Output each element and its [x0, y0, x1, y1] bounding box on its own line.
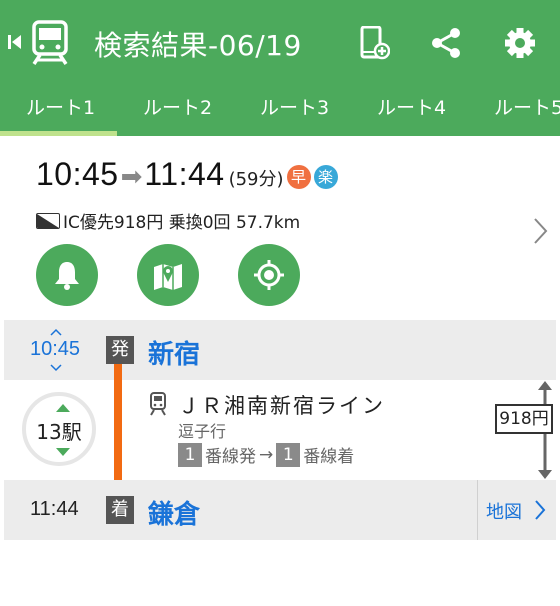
arrival-time-detail: 11:44: [30, 498, 79, 520]
expand-up-icon: [56, 404, 70, 412]
platform-arrow: →: [259, 444, 274, 465]
route-summary[interactable]: 10:45 ➡ 11:44 (59分) 早 楽 IC優先918円 乗換0回 57…: [0, 136, 560, 320]
arrival-badge: 着: [106, 496, 134, 524]
map-button[interactable]: 地図: [477, 480, 556, 540]
departure-platform-label: 番線発: [205, 447, 256, 467]
departure-time-link[interactable]: 10:45: [30, 338, 80, 361]
route-tabs: ルート1 ルート2 ルート3 ルート4 ルート5: [0, 88, 560, 136]
train-direction: 逗子行: [178, 422, 227, 441]
arrival-platform-label: 番線着: [303, 447, 355, 467]
departure-time: 10:45: [36, 156, 119, 192]
settings-gear-icon[interactable]: [504, 26, 536, 60]
tab-route-4[interactable]: ルート4: [351, 88, 468, 136]
page-title: 検索結果-06/19: [94, 29, 302, 62]
current-location-button[interactable]: [238, 244, 300, 306]
bell-icon: [55, 262, 79, 290]
chevron-right-icon[interactable]: [530, 216, 550, 246]
arrival-station[interactable]: 鎌倉: [148, 494, 200, 531]
train-logo-icon[interactable]: [30, 20, 70, 66]
map-label: 地図: [486, 502, 522, 523]
add-to-device-icon[interactable]: [358, 26, 390, 60]
departure-row[interactable]: 10:45 発 新宿: [4, 320, 556, 380]
tab-route-1[interactable]: ルート1: [0, 88, 117, 136]
line-name[interactable]: ＪＲ湘南新宿ライン: [178, 390, 385, 420]
chevron-right-icon: [535, 500, 546, 520]
departure-badge: 発: [106, 336, 134, 364]
stops-count-button[interactable]: 13駅: [22, 392, 96, 466]
arrival-platform-number: 1: [276, 442, 301, 467]
map-pin-icon: [154, 264, 182, 290]
stops-count: 13駅: [36, 420, 82, 444]
fare-box: 918円: [495, 404, 553, 434]
tab-route-3[interactable]: ルート3: [234, 88, 351, 136]
train-icon: [150, 392, 166, 416]
departure-platform-number: 1: [178, 442, 202, 467]
fast-badge: 早: [286, 165, 311, 189]
back-to-start-icon[interactable]: [8, 34, 22, 50]
route-line-bar: [114, 364, 122, 496]
fare-info-text: IC優先918円 乗換0回 57.7km: [63, 213, 301, 233]
arrow-right-icon: ➡: [120, 162, 143, 192]
trip-duration: (59分): [228, 169, 284, 190]
location-target-icon: [254, 260, 284, 290]
alarm-button[interactable]: [36, 244, 98, 306]
app-header: 検索結果-06/19: [0, 0, 560, 88]
ic-card-icon: [36, 212, 60, 229]
departure-station[interactable]: 新宿: [148, 334, 200, 371]
arrival-row[interactable]: 11:44 着 鎌倉 地図: [4, 480, 556, 540]
platform-info: 1 番線発 → 1 番線着: [178, 442, 354, 467]
easy-badge: 楽: [313, 165, 338, 189]
tab-route-2[interactable]: ルート2: [117, 88, 234, 136]
tab-route-5[interactable]: ルート5: [468, 88, 560, 136]
share-icon[interactable]: [430, 26, 462, 60]
time-summary: 10:45 ➡ 11:44 (59分) 早 楽: [36, 156, 338, 193]
fare-summary: IC優先918円 乗換0回 57.7km: [36, 208, 300, 233]
expand-down-icon: [56, 448, 70, 456]
route-map-button[interactable]: [137, 244, 199, 306]
arrival-time: 11:44: [144, 156, 225, 192]
